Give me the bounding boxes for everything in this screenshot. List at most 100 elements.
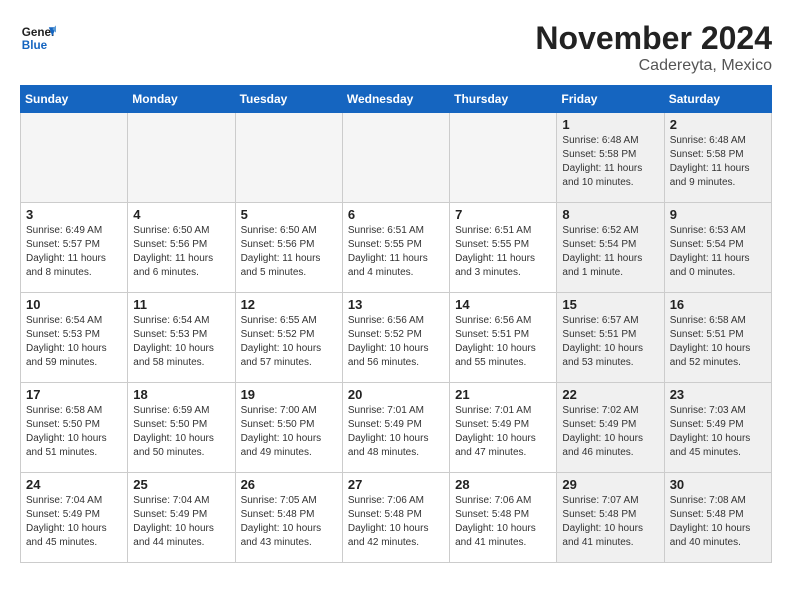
day-number: 12 <box>241 297 337 312</box>
day-number: 19 <box>241 387 337 402</box>
day-info: Sunrise: 6:50 AM Sunset: 5:56 PM Dayligh… <box>241 224 337 280</box>
day-number: 21 <box>455 387 551 402</box>
day-info: Sunrise: 7:04 AM Sunset: 5:49 PM Dayligh… <box>26 494 122 550</box>
month-title: November 2024 <box>535 20 772 57</box>
calendar-cell: 24 Sunrise: 7:04 AM Sunset: 5:49 PM Dayli… <box>21 473 128 563</box>
calendar-cell: 19 Sunrise: 7:00 AM Sunset: 5:50 PM Dayli… <box>235 383 342 473</box>
calendar-cell: 5 Sunrise: 6:50 AM Sunset: 5:56 PM Daylig… <box>235 203 342 293</box>
day-info: Sunrise: 6:48 AM Sunset: 5:58 PM Dayligh… <box>562 134 658 190</box>
svg-text:Blue: Blue <box>22 39 48 52</box>
day-info: Sunrise: 6:48 AM Sunset: 5:58 PM Dayligh… <box>670 134 766 190</box>
day-number: 5 <box>241 207 337 222</box>
logo: General Blue <box>20 20 56 56</box>
calendar-week-row: 3 Sunrise: 6:49 AM Sunset: 5:57 PM Daylig… <box>21 203 772 293</box>
calendar-cell: 18 Sunrise: 6:59 AM Sunset: 5:50 PM Dayli… <box>128 383 235 473</box>
weekday-header-row: SundayMondayTuesdayWednesdayThursdayFrid… <box>21 86 772 113</box>
day-number: 26 <box>241 477 337 492</box>
day-number: 3 <box>26 207 122 222</box>
calendar-cell: 15 Sunrise: 6:57 AM Sunset: 5:51 PM Dayli… <box>557 293 664 383</box>
calendar-cell: 9 Sunrise: 6:53 AM Sunset: 5:54 PM Daylig… <box>664 203 771 293</box>
day-number: 24 <box>26 477 122 492</box>
calendar-cell: 17 Sunrise: 6:58 AM Sunset: 5:50 PM Dayli… <box>21 383 128 473</box>
day-number: 20 <box>348 387 444 402</box>
calendar-cell: 1 Sunrise: 6:48 AM Sunset: 5:58 PM Daylig… <box>557 113 664 203</box>
calendar-week-row: 1 Sunrise: 6:48 AM Sunset: 5:58 PM Daylig… <box>21 113 772 203</box>
day-info: Sunrise: 7:06 AM Sunset: 5:48 PM Dayligh… <box>455 494 551 550</box>
calendar-cell <box>128 113 235 203</box>
day-number: 17 <box>26 387 122 402</box>
day-info: Sunrise: 6:59 AM Sunset: 5:50 PM Dayligh… <box>133 404 229 460</box>
day-number: 18 <box>133 387 229 402</box>
calendar-cell: 12 Sunrise: 6:55 AM Sunset: 5:52 PM Dayli… <box>235 293 342 383</box>
calendar-cell: 29 Sunrise: 7:07 AM Sunset: 5:48 PM Dayli… <box>557 473 664 563</box>
day-info: Sunrise: 6:51 AM Sunset: 5:55 PM Dayligh… <box>348 224 444 280</box>
day-number: 8 <box>562 207 658 222</box>
day-number: 7 <box>455 207 551 222</box>
calendar-cell: 4 Sunrise: 6:50 AM Sunset: 5:56 PM Daylig… <box>128 203 235 293</box>
calendar-cell: 26Sunrise: 7:05 AM Sunset: 5:48 PM Dayli… <box>235 473 342 563</box>
day-info: Sunrise: 6:56 AM Sunset: 5:52 PM Dayligh… <box>348 314 444 370</box>
day-info: Sunrise: 7:06 AM Sunset: 5:48 PM Dayligh… <box>348 494 444 550</box>
calendar-cell: 25 Sunrise: 7:04 AM Sunset: 5:49 PM Dayli… <box>128 473 235 563</box>
calendar-cell: 3 Sunrise: 6:49 AM Sunset: 5:57 PM Daylig… <box>21 203 128 293</box>
calendar-cell <box>342 113 449 203</box>
calendar-cell <box>21 113 128 203</box>
calendar-cell: 28Sunrise: 7:06 AM Sunset: 5:48 PM Dayli… <box>450 473 557 563</box>
title-block: November 2024 Cadereyta, Mexico <box>535 20 772 75</box>
day-info: Sunrise: 6:49 AM Sunset: 5:57 PM Dayligh… <box>26 224 122 280</box>
calendar-cell: 8 Sunrise: 6:52 AM Sunset: 5:54 PM Daylig… <box>557 203 664 293</box>
calendar-cell: 13 Sunrise: 6:56 AM Sunset: 5:52 PM Dayli… <box>342 293 449 383</box>
day-info: Sunrise: 7:01 AM Sunset: 5:49 PM Dayligh… <box>455 404 551 460</box>
day-info: Sunrise: 6:54 AM Sunset: 5:53 PM Dayligh… <box>26 314 122 370</box>
day-info: Sunrise: 6:56 AM Sunset: 5:51 PM Dayligh… <box>455 314 551 370</box>
weekday-header: Wednesday <box>342 86 449 113</box>
day-number: 11 <box>133 297 229 312</box>
weekday-header: Friday <box>557 86 664 113</box>
weekday-header: Thursday <box>450 86 557 113</box>
day-info: Sunrise: 6:57 AM Sunset: 5:51 PM Dayligh… <box>562 314 658 370</box>
day-number: 15 <box>562 297 658 312</box>
day-info: Sunrise: 6:53 AM Sunset: 5:54 PM Dayligh… <box>670 224 766 280</box>
day-info: Sunrise: 6:50 AM Sunset: 5:56 PM Dayligh… <box>133 224 229 280</box>
day-number: 6 <box>348 207 444 222</box>
calendar-cell: 2 Sunrise: 6:48 AM Sunset: 5:58 PM Daylig… <box>664 113 771 203</box>
day-info: Sunrise: 7:00 AM Sunset: 5:50 PM Dayligh… <box>241 404 337 460</box>
day-number: 22 <box>562 387 658 402</box>
day-info: Sunrise: 6:51 AM Sunset: 5:55 PM Dayligh… <box>455 224 551 280</box>
calendar-cell: 23 Sunrise: 7:03 AM Sunset: 5:49 PM Dayli… <box>664 383 771 473</box>
day-number: 9 <box>670 207 766 222</box>
calendar-cell: 6 Sunrise: 6:51 AM Sunset: 5:55 PM Daylig… <box>342 203 449 293</box>
calendar-week-row: 17 Sunrise: 6:58 AM Sunset: 5:50 PM Dayli… <box>21 383 772 473</box>
day-number: 13 <box>348 297 444 312</box>
day-info: Sunrise: 7:03 AM Sunset: 5:49 PM Dayligh… <box>670 404 766 460</box>
day-number: 1 <box>562 117 658 132</box>
calendar-cell: 11 Sunrise: 6:54 AM Sunset: 5:53 PM Dayli… <box>128 293 235 383</box>
calendar-cell: 20 Sunrise: 7:01 AM Sunset: 5:49 PM Dayli… <box>342 383 449 473</box>
weekday-header: Monday <box>128 86 235 113</box>
page-header: General Blue November 2024 Cadereyta, Me… <box>20 20 772 75</box>
day-info: Sunrise: 6:54 AM Sunset: 5:53 PM Dayligh… <box>133 314 229 370</box>
day-info: Sunrise: 6:58 AM Sunset: 5:50 PM Dayligh… <box>26 404 122 460</box>
calendar-cell: 16Sunrise: 6:58 AM Sunset: 5:51 PM Dayli… <box>664 293 771 383</box>
day-number: 14 <box>455 297 551 312</box>
calendar-week-row: 24 Sunrise: 7:04 AM Sunset: 5:49 PM Dayli… <box>21 473 772 563</box>
calendar-table: SundayMondayTuesdayWednesdayThursdayFrid… <box>20 85 772 563</box>
weekday-header: Sunday <box>21 86 128 113</box>
day-info: Sunrise: 7:01 AM Sunset: 5:49 PM Dayligh… <box>348 404 444 460</box>
calendar-cell <box>235 113 342 203</box>
calendar-cell: 14 Sunrise: 6:56 AM Sunset: 5:51 PM Dayli… <box>450 293 557 383</box>
day-info: Sunrise: 6:52 AM Sunset: 5:54 PM Dayligh… <box>562 224 658 280</box>
day-info: Sunrise: 7:07 AM Sunset: 5:48 PM Dayligh… <box>562 494 658 550</box>
day-number: 4 <box>133 207 229 222</box>
day-info: Sunrise: 6:55 AM Sunset: 5:52 PM Dayligh… <box>241 314 337 370</box>
day-info: Sunrise: 7:08 AM Sunset: 5:48 PM Dayligh… <box>670 494 766 550</box>
day-number: 2 <box>670 117 766 132</box>
day-number: 23 <box>670 387 766 402</box>
weekday-header: Tuesday <box>235 86 342 113</box>
day-info: Sunrise: 7:04 AM Sunset: 5:49 PM Dayligh… <box>133 494 229 550</box>
day-number: 27 <box>348 477 444 492</box>
day-number: 29 <box>562 477 658 492</box>
day-number: 25 <box>133 477 229 492</box>
weekday-header: Saturday <box>664 86 771 113</box>
calendar-cell: 30Sunrise: 7:08 AM Sunset: 5:48 PM Dayli… <box>664 473 771 563</box>
